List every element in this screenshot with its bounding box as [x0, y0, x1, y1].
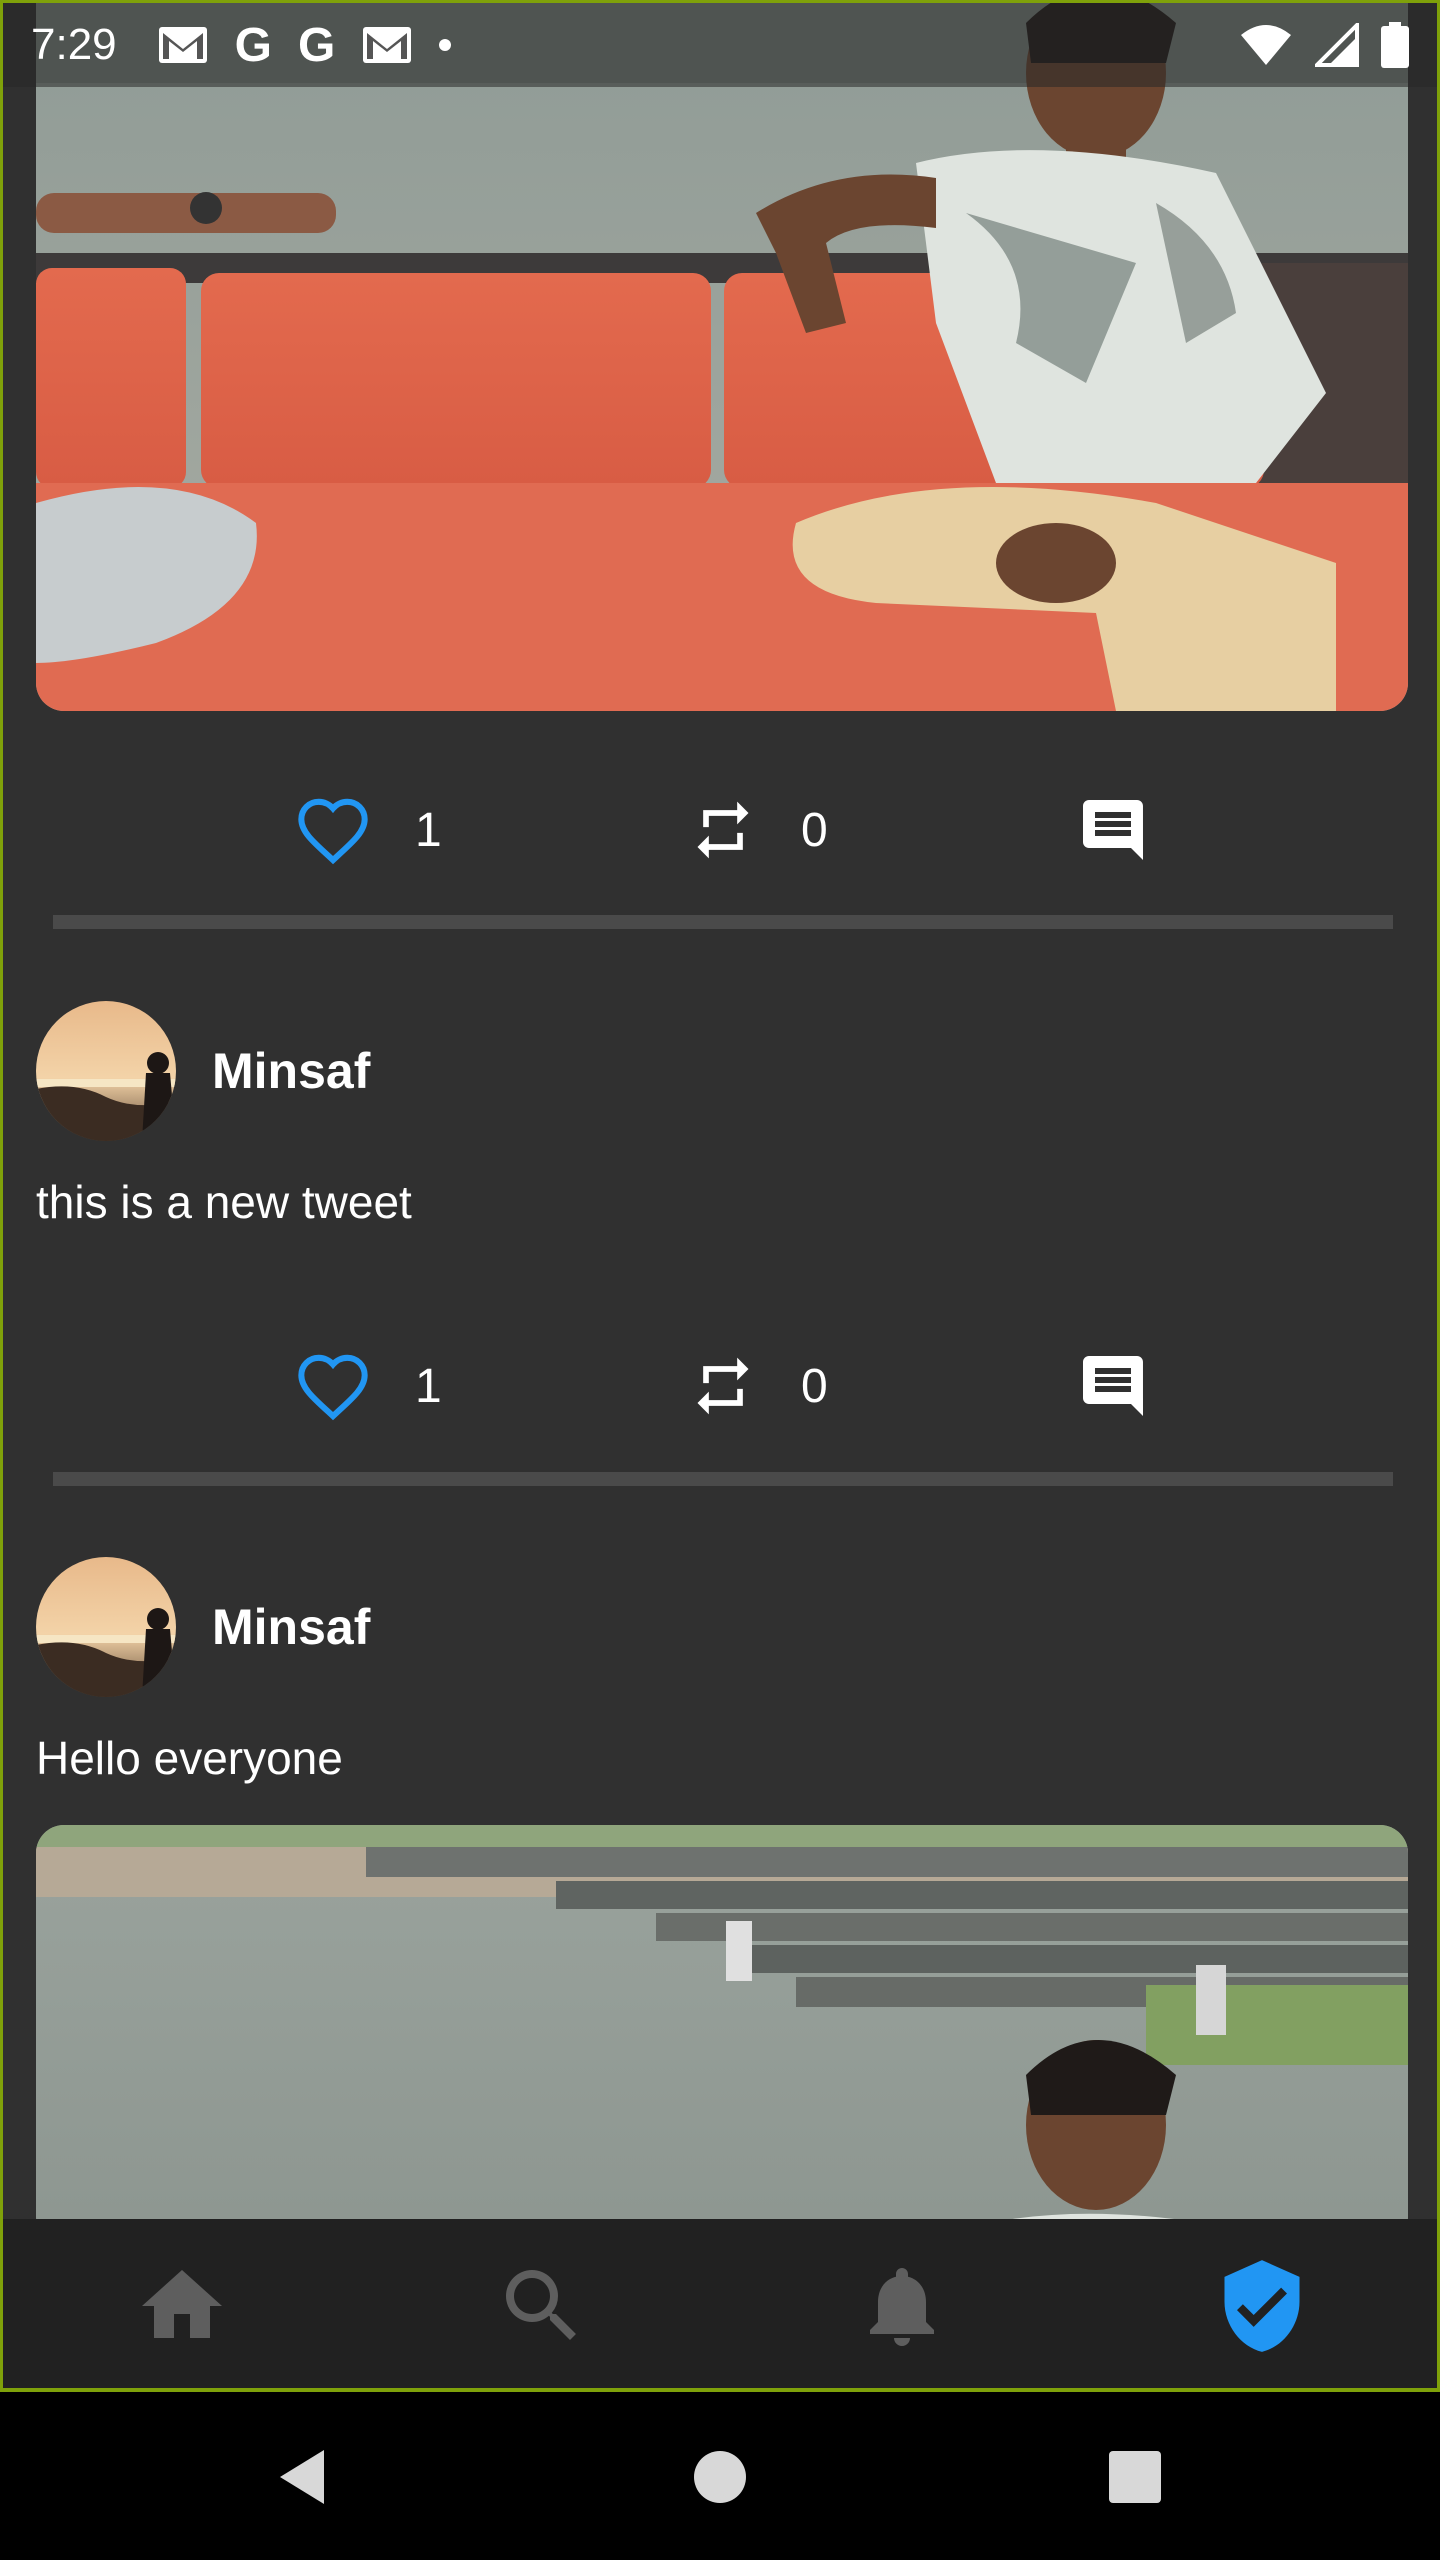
- search-icon: [506, 2270, 576, 2340]
- system-status-icons: [1239, 22, 1409, 68]
- nav-search[interactable]: [487, 2251, 597, 2361]
- home-button[interactable]: [675, 2432, 765, 2522]
- home-circle-icon: [694, 2451, 746, 2503]
- tweet-actions: 1 0: [3, 1346, 1437, 1426]
- retweet-count: 0: [801, 1359, 828, 1413]
- gmail-icon: [363, 27, 412, 63]
- heart-outline-icon: [298, 1354, 368, 1421]
- tweet-image[interactable]: [36, 3, 1408, 711]
- retweet-button[interactable]: 0: [689, 790, 828, 870]
- tweet-author[interactable]: Minsaf: [36, 1557, 370, 1697]
- nav-profile[interactable]: [1207, 2251, 1317, 2361]
- comment-button[interactable]: [1077, 1346, 1149, 1426]
- like-count: 1: [415, 1359, 442, 1413]
- recents-button[interactable]: [1090, 2432, 1180, 2522]
- back-icon: [280, 2450, 324, 2504]
- gmail-icon: [158, 27, 207, 63]
- author-name[interactable]: Minsaf: [212, 1042, 370, 1100]
- google-icon: G: [297, 18, 336, 72]
- comment-icon: [1083, 1356, 1143, 1416]
- wifi-icon: [1241, 25, 1291, 65]
- like-button[interactable]: 1: [295, 790, 442, 870]
- tweet-image[interactable]: [36, 1825, 1408, 2219]
- status-time: 7:29: [31, 20, 117, 69]
- verified-shield-icon: [1224, 2260, 1300, 2352]
- like-count: 1: [415, 803, 442, 857]
- battery-icon: [1381, 22, 1409, 68]
- comment-icon: [1083, 800, 1143, 860]
- retweet-icon: [697, 1357, 749, 1415]
- retweet-count: 0: [801, 803, 828, 857]
- app-screen: 7:29 G G 1 0 Minsaf this is a new tweet …: [0, 0, 1440, 2392]
- status-bar: 7:29 G G: [3, 3, 1437, 87]
- tweet-feed[interactable]: 1 0 Minsaf this is a new tweet 1 0 Minsa…: [3, 3, 1437, 2219]
- avatar[interactable]: [36, 1001, 176, 1141]
- retweet-icon: [697, 801, 749, 859]
- tweet-divider: [53, 915, 1393, 929]
- dot-icon: [439, 39, 452, 51]
- nav-home[interactable]: [127, 2251, 237, 2361]
- retweet-button[interactable]: 0: [689, 1346, 828, 1426]
- comment-button[interactable]: [1077, 790, 1149, 870]
- recents-icon: [1109, 2451, 1161, 2503]
- tweet-text: Hello everyone: [36, 1732, 343, 1784]
- tweet-actions: 1 0: [3, 790, 1437, 870]
- notification-icons: G G: [157, 18, 452, 73]
- home-icon: [142, 2270, 222, 2338]
- author-name[interactable]: Minsaf: [212, 1598, 370, 1656]
- google-icon: G: [234, 18, 272, 72]
- avatar[interactable]: [36, 1557, 176, 1697]
- system-navigation-bar: [0, 2392, 1440, 2560]
- bottom-navigation: [3, 2219, 1437, 2388]
- tweet-divider: [53, 1472, 1393, 1486]
- tweet-text: this is a new tweet: [36, 1176, 412, 1228]
- tweet-author[interactable]: Minsaf: [36, 1001, 370, 1141]
- signal-icon: [1315, 23, 1359, 67]
- back-button[interactable]: [258, 2432, 348, 2522]
- bell-icon: [870, 2268, 934, 2346]
- nav-notifications[interactable]: [847, 2251, 957, 2361]
- heart-outline-icon: [298, 798, 368, 865]
- like-button[interactable]: 1: [295, 1346, 442, 1426]
